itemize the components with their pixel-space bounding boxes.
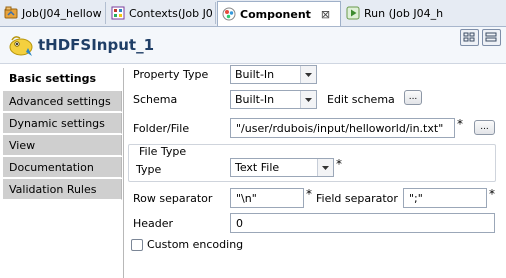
sidebar-item-dynamic-settings[interactable]: Dynamic settings bbox=[3, 113, 122, 134]
required-indicator: * bbox=[336, 157, 342, 171]
sidebar-item-label: Documentation bbox=[9, 160, 94, 174]
sidebar-item-label: Advanced settings bbox=[9, 94, 111, 108]
sidebar-item-label: Dynamic settings bbox=[9, 116, 105, 130]
component-icon bbox=[222, 7, 236, 21]
list-view-button[interactable] bbox=[482, 29, 501, 46]
header-label: Header bbox=[133, 217, 174, 230]
custom-encoding-label: Custom encoding bbox=[147, 238, 244, 251]
tab-run[interactable]: Run (Job J04_h bbox=[342, 2, 506, 24]
schema-value: Built-In bbox=[235, 93, 275, 106]
sidebar-item-basic-settings[interactable]: Basic settings bbox=[3, 68, 122, 89]
chevron-down-icon bbox=[300, 91, 316, 108]
folder-file-label: Folder/File bbox=[133, 122, 190, 135]
grid-view-button[interactable] bbox=[460, 29, 479, 46]
file-type-group-label: File Type bbox=[136, 145, 190, 158]
schema-label: Schema bbox=[133, 93, 178, 106]
folder-file-input[interactable]: "/user/rdubois/input/helloworld/in.txt" bbox=[230, 118, 455, 138]
sidebar-item-view[interactable]: View bbox=[3, 135, 122, 156]
sidebar-item-label: Basic settings bbox=[9, 71, 97, 85]
tab-contexts[interactable]: Contexts(Job J0 bbox=[107, 2, 216, 24]
tab-job[interactable]: Job(J04_hellow bbox=[0, 2, 106, 24]
browse-file-button[interactable]: ... bbox=[474, 120, 495, 135]
chevron-down-icon bbox=[300, 66, 316, 83]
hdfs-component-icon bbox=[9, 36, 33, 56]
row-separator-label: Row separator bbox=[133, 192, 213, 205]
sidebar-item-documentation[interactable]: Documentation bbox=[3, 157, 122, 178]
tab-label: Component bbox=[240, 7, 311, 21]
header-input[interactable]: 0 bbox=[230, 213, 495, 233]
property-type-select[interactable]: Built-In bbox=[230, 65, 317, 84]
ellipsis-icon: ... bbox=[408, 92, 418, 102]
component-title: tHDFSInput_1 bbox=[38, 36, 155, 54]
property-type-label: Property Type bbox=[133, 68, 209, 81]
sidebar-item-label: Validation Rules bbox=[9, 182, 97, 196]
property-type-value: Built-In bbox=[235, 68, 275, 81]
custom-encoding-checkbox[interactable] bbox=[131, 239, 143, 251]
run-icon bbox=[346, 6, 360, 20]
field-separator-input[interactable]: ";" bbox=[403, 188, 487, 208]
edit-schema-button[interactable]: ... bbox=[404, 90, 422, 105]
tab-label: Run (Job J04_h bbox=[364, 6, 444, 20]
type-label: Type bbox=[136, 163, 162, 176]
folder-file-value: "/user/rdubois/input/helloworld/in.txt" bbox=[236, 121, 444, 135]
contexts-icon bbox=[111, 6, 125, 20]
sidebar-item-advanced-settings[interactable]: Advanced settings bbox=[3, 91, 122, 112]
chevron-down-icon bbox=[317, 159, 333, 176]
required-indicator: * bbox=[489, 187, 495, 201]
list-view-icon bbox=[485, 32, 497, 42]
job-icon bbox=[4, 6, 18, 19]
sidebar-item-validation-rules[interactable]: Validation Rules bbox=[3, 179, 122, 200]
edit-schema-label: Edit schema bbox=[327, 93, 395, 106]
row-separator-input[interactable]: "\n" bbox=[230, 188, 304, 208]
sidebar-item-label: View bbox=[9, 138, 36, 152]
tab-label: Job(J04_hellow bbox=[22, 6, 102, 20]
header-value: 0 bbox=[236, 216, 243, 230]
row-separator-value: "\n" bbox=[236, 191, 257, 205]
close-icon[interactable]: ⊠ bbox=[321, 8, 330, 21]
tab-label: Contexts(Job J0 bbox=[129, 6, 213, 20]
tab-component[interactable]: Component ⊠ bbox=[217, 1, 341, 26]
schema-select[interactable]: Built-In bbox=[230, 90, 317, 109]
field-separator-value: ";" bbox=[409, 191, 423, 205]
field-separator-label: Field separator bbox=[316, 192, 398, 205]
file-type-select[interactable]: Text File bbox=[230, 158, 334, 177]
required-indicator: * bbox=[306, 187, 312, 201]
file-type-value: Text File bbox=[235, 161, 280, 174]
ellipsis-icon: ... bbox=[480, 122, 489, 132]
grid-view-icon bbox=[463, 32, 475, 42]
required-indicator: * bbox=[457, 117, 463, 131]
